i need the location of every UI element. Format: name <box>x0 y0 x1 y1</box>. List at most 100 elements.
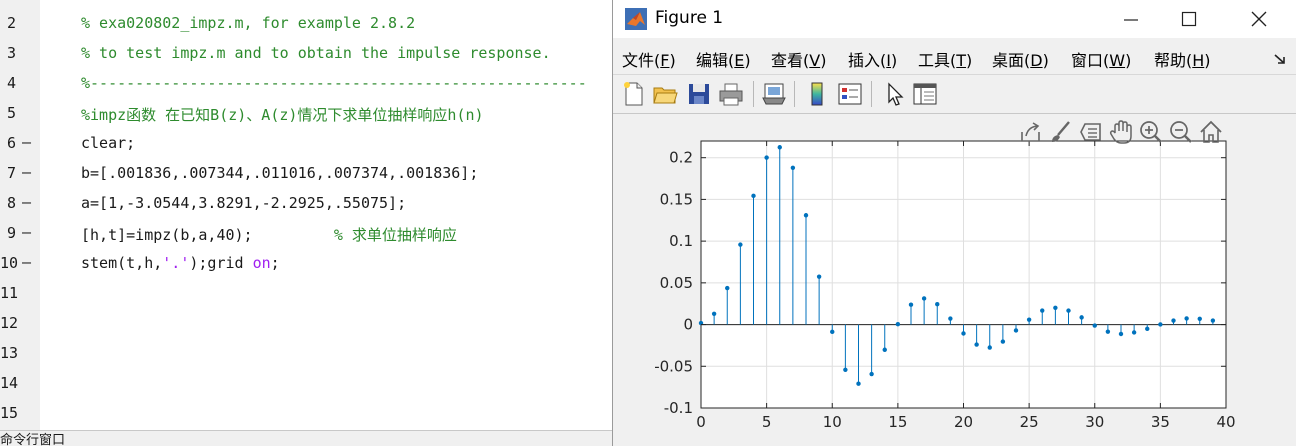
stem-marker[interactable] <box>830 329 835 335</box>
colorbar-icon[interactable] <box>803 80 831 108</box>
stem-marker[interactable] <box>816 274 822 279</box>
x-tick-label: 0 <box>696 413 706 431</box>
editor-line[interactable]: 4 %--------------------------------------… <box>0 69 612 99</box>
stem-marker[interactable] <box>1092 323 1097 328</box>
editor-line[interactable]: 13 <box>0 339 612 369</box>
y-tick-label: -0.1 <box>664 399 693 417</box>
maximize-button[interactable] <box>1169 6 1209 32</box>
breakpoint-marker[interactable]: — <box>22 133 31 151</box>
editor-line[interactable]: 14 <box>0 369 612 399</box>
stem-marker[interactable] <box>803 213 809 218</box>
editor-line[interactable]: 10— stem(t,h,'.');grid on; <box>0 249 612 279</box>
breakpoint-marker[interactable]: — <box>22 253 31 271</box>
stem-marker[interactable] <box>974 342 979 347</box>
stem-marker[interactable] <box>1013 328 1019 333</box>
stem-marker[interactable] <box>856 381 861 386</box>
data-tips-icon[interactable] <box>1078 118 1104 146</box>
stem-marker[interactable] <box>1026 317 1032 322</box>
stem-marker[interactable] <box>843 367 848 372</box>
stem-marker[interactable] <box>1171 318 1176 323</box>
print-icon[interactable] <box>717 80 745 108</box>
x-tick-label: 40 <box>1216 413 1235 431</box>
link-icon[interactable] <box>760 80 788 108</box>
menu-tools[interactable]: 工具(T) <box>918 47 972 71</box>
stem-marker[interactable] <box>869 371 874 377</box>
stem-marker[interactable] <box>1145 326 1150 332</box>
stem-marker[interactable] <box>751 193 756 199</box>
stem-marker[interactable] <box>1158 322 1163 327</box>
command-window-label: 命令行窗口 <box>0 433 66 446</box>
editor-line[interactable]: 11 <box>0 279 612 309</box>
stem-marker[interactable] <box>1040 308 1045 313</box>
pointer-icon[interactable] <box>881 80 909 108</box>
stem-marker[interactable] <box>725 285 730 291</box>
legend-icon[interactable] <box>836 80 864 108</box>
stem-marker[interactable] <box>1197 316 1202 322</box>
code-token: stem(t,h, <box>81 254 163 272</box>
stem-marker[interactable] <box>790 165 796 170</box>
stem-marker[interactable] <box>987 345 992 350</box>
stem-marker[interactable] <box>1079 315 1084 320</box>
stem-marker[interactable] <box>921 296 927 301</box>
close-button[interactable] <box>1239 6 1279 32</box>
editor-line[interactable]: 8 — a=[1,-3.0544,3.8291,-2.2925,.55075]; <box>0 189 612 219</box>
x-tick-label: 15 <box>888 413 907 431</box>
new-figure-icon[interactable] <box>619 80 647 108</box>
stem-chart[interactable]: 0 5 10 15 20 25 30 35 40 -0.1 -0.05 0 0.05 0.1 0.15 0.2 <box>613 114 1296 446</box>
menu-file[interactable]: 文件(F) <box>622 47 676 71</box>
stem-marker[interactable] <box>1105 329 1111 334</box>
editor-line[interactable]: 2 % exa020802_impz.m, for example 2.8.2 <box>0 9 612 39</box>
editor-line[interactable]: 9 — [h,t]=impz(b,a,40); % 求单位抽样响应 <box>0 219 612 249</box>
stem-marker[interactable] <box>1118 331 1124 337</box>
editor-line[interactable]: 5 %impz函数 在已知B(z)、A(z)情况下求单位抽样响应h(n) <box>0 99 612 129</box>
export-icon[interactable] <box>1018 118 1044 146</box>
zoom-out-icon[interactable] <box>1168 118 1194 146</box>
stem-marker[interactable] <box>961 331 966 336</box>
menu-view[interactable]: 查看(V) <box>771 47 826 71</box>
stem-marker[interactable] <box>908 302 914 307</box>
menu-window[interactable]: 窗口(W) <box>1071 47 1131 71</box>
property-editor-icon[interactable] <box>911 80 939 108</box>
stem-marker[interactable] <box>1184 316 1189 321</box>
menu-insert[interactable]: 插入(I) <box>848 47 897 71</box>
menu-desktop[interactable]: 桌面(D) <box>992 47 1049 71</box>
command-window-header[interactable]: 命令行窗口 <box>0 430 612 446</box>
stem-marker[interactable] <box>1210 318 1216 323</box>
line-number: 5 <box>6 104 16 122</box>
editor-line[interactable]: 7 — b=[.001836,.007344,.011016,.007374,.00… <box>0 159 612 189</box>
maximize-icon <box>1181 11 1197 27</box>
editor-line[interactable]: 6 — clear; <box>0 129 612 159</box>
breakpoint-marker[interactable]: — <box>22 223 31 241</box>
stem-marker[interactable] <box>935 302 940 307</box>
menu-edit[interactable]: 编辑(E) <box>696 47 751 71</box>
code-token: );grid <box>189 254 253 272</box>
breakpoint-marker[interactable]: — <box>22 193 31 211</box>
stem-marker[interactable] <box>1131 330 1137 335</box>
stem-marker[interactable] <box>1053 305 1058 310</box>
figure-titlebar[interactable]: Figure 1 <box>613 0 1296 38</box>
breakpoint-marker[interactable]: — <box>22 163 31 181</box>
dock-arrow-icon[interactable] <box>1273 52 1287 66</box>
stem-marker[interactable] <box>738 242 743 247</box>
menu-help[interactable]: 帮助(H) <box>1154 47 1211 71</box>
stem-marker[interactable] <box>711 311 717 316</box>
brush-icon[interactable] <box>1048 118 1074 146</box>
home-icon[interactable] <box>1198 118 1224 146</box>
stem-marker[interactable] <box>764 155 769 160</box>
pan-icon[interactable] <box>1108 118 1134 146</box>
stem-marker[interactable] <box>895 322 901 327</box>
code-editor[interactable]: 2 % exa020802_impz.m, for example 2.8.2 3%… <box>0 0 612 446</box>
save-icon[interactable] <box>685 80 713 108</box>
minimize-button[interactable] <box>1111 6 1151 32</box>
open-file-icon[interactable] <box>651 80 679 108</box>
code-token: clear; <box>81 134 136 152</box>
editor-line[interactable]: 15 <box>0 399 612 429</box>
stem-marker[interactable] <box>777 145 782 150</box>
stem-marker[interactable] <box>1066 308 1071 313</box>
zoom-in-icon[interactable] <box>1138 118 1164 146</box>
stem-marker[interactable] <box>948 316 953 321</box>
stem-marker[interactable] <box>882 347 887 352</box>
editor-line[interactable]: 3 % to test impz.m and to obtain the impu… <box>0 39 612 69</box>
stem-marker[interactable] <box>1000 339 1006 344</box>
editor-line[interactable]: 12 <box>0 309 612 339</box>
